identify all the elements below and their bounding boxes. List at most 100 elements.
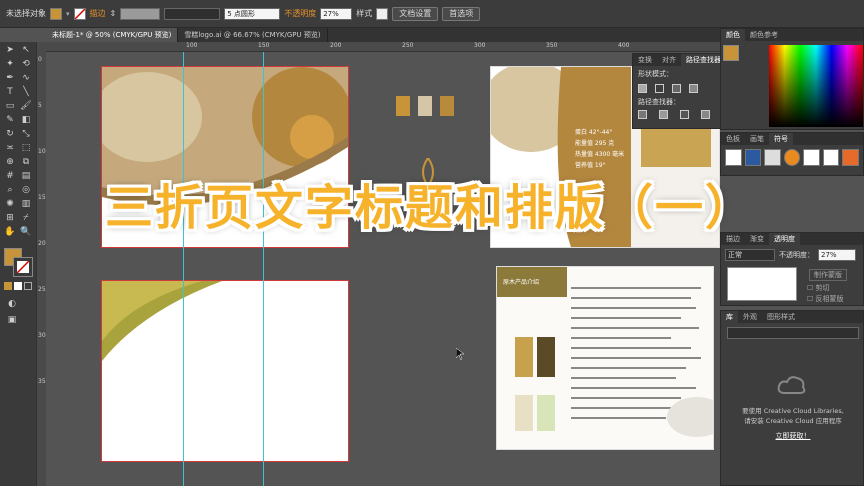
tab-libraries[interactable]: 库: [721, 311, 738, 323]
curvature-icon[interactable]: ∿: [20, 72, 32, 84]
zoom-icon[interactable]: 🔍: [20, 226, 32, 238]
gradient-icon[interactable]: ▤: [20, 170, 32, 182]
width-icon[interactable]: ≍: [4, 142, 16, 154]
color-spectrum[interactable]: [769, 45, 863, 127]
horizontal-ruler: 100 150 200 250 300 350 400: [46, 42, 720, 52]
tab-symbols[interactable]: 符号: [769, 133, 793, 145]
scale-icon[interactable]: ⤡: [20, 128, 32, 140]
tab-color-guide[interactable]: 颜色参考: [745, 29, 783, 41]
paintbrush-icon[interactable]: 🖌: [20, 100, 32, 112]
swatch-bronze[interactable]: [440, 96, 454, 116]
none-mode-icon[interactable]: [24, 282, 32, 290]
merge-icon[interactable]: [680, 110, 689, 119]
draw-mode-icon[interactable]: ◐: [6, 298, 18, 310]
tab-graphic-styles[interactable]: 图形样式: [762, 311, 800, 323]
trim-icon[interactable]: [659, 110, 668, 119]
guide-line[interactable]: [183, 52, 184, 486]
clip-checkbox[interactable]: ☐ 剪切: [807, 283, 830, 293]
fill-dropdown-icon[interactable]: ▾: [66, 10, 70, 18]
symbols-panel: 色板 画笔 符号: [720, 132, 864, 176]
artboard-back[interactable]: [101, 280, 349, 462]
tab-appearance[interactable]: 外观: [738, 311, 762, 323]
invert-mask-checkbox[interactable]: ☐ 反相蒙版: [807, 294, 844, 304]
cursor-icon: [456, 348, 464, 360]
opacity-thumbnail: [727, 267, 797, 301]
graph-icon[interactable]: ▥: [20, 198, 32, 210]
get-it-now-link[interactable]: 立即获取！: [721, 431, 864, 441]
rotate-icon[interactable]: ↻: [4, 128, 16, 140]
variable-width-field[interactable]: [164, 7, 221, 20]
artboard-product[interactable]: 原木产品介绍: [496, 266, 727, 450]
canvas-area[interactable]: 蛋白 42°-44° 能量值 295 克 热量值 4300 毫米 营养值 19°: [46, 52, 727, 486]
lasso-icon[interactable]: ⟲: [20, 58, 32, 70]
tab-swatches[interactable]: 色板: [721, 133, 745, 145]
selection-tool-icon[interactable]: ➤: [4, 44, 16, 56]
symbol-flower-icon[interactable]: [842, 149, 860, 166]
style-swatch[interactable]: [376, 7, 389, 20]
opacity-label[interactable]: 不透明度: [284, 8, 316, 19]
make-mask-button[interactable]: 制作蒙版: [809, 269, 847, 281]
symbol-grey-icon[interactable]: [764, 149, 781, 166]
tab-untitled[interactable]: 未标题-1* @ 50% (CMYK/GPU 预览): [46, 28, 179, 42]
intersect-icon[interactable]: [672, 83, 681, 93]
tab-logo[interactable]: 雪糕logo.ai @ 66.67% (CMYK/GPU 预览): [178, 28, 328, 42]
divide-icon[interactable]: [638, 110, 647, 119]
minus-front-icon[interactable]: [655, 83, 664, 93]
document-setup-button[interactable]: 文档设置: [392, 6, 439, 21]
swatch-gold[interactable]: [396, 96, 410, 116]
symbol-splatter-icon[interactable]: [725, 149, 742, 166]
perspective-icon[interactable]: ⧉: [20, 156, 32, 168]
color-fill-preview[interactable]: [723, 45, 739, 61]
crop-icon[interactable]: [701, 110, 710, 119]
eraser-icon[interactable]: ◧: [20, 114, 32, 126]
swatch-beige[interactable]: [418, 96, 432, 116]
artboard-icon[interactable]: ⊞: [4, 212, 16, 224]
direct-selection-icon[interactable]: ↖: [20, 44, 32, 56]
stroke-swatch[interactable]: [73, 7, 86, 20]
screen-mode-icon[interactable]: ▣: [6, 314, 18, 326]
library-select[interactable]: [727, 327, 859, 339]
tab-align[interactable]: 对齐: [657, 54, 681, 66]
shaper-icon[interactable]: ✎: [4, 114, 16, 126]
guide-line[interactable]: [263, 52, 264, 486]
libraries-panel: 库 外观 图形样式 要使用 Creative Cloud Libraries, …: [720, 310, 864, 486]
symbol-orange-icon[interactable]: [783, 149, 801, 166]
tab-transform[interactable]: 变换: [633, 54, 657, 66]
preferences-button[interactable]: 首选项: [442, 6, 481, 21]
opacity-field[interactable]: 27%: [320, 7, 353, 20]
eyedropper-icon[interactable]: ⌕: [4, 184, 16, 196]
tab-color[interactable]: 颜色: [721, 29, 745, 41]
slice-icon[interactable]: ⌿: [20, 212, 32, 224]
back-cover-image: [102, 281, 348, 461]
brush-definition-field[interactable]: 5 点圆形: [224, 7, 281, 20]
blend-mode-select[interactable]: 正常: [725, 249, 775, 261]
exclude-icon[interactable]: [689, 83, 698, 93]
free-transform-icon[interactable]: ⬚: [20, 142, 32, 154]
type-icon[interactable]: T: [4, 86, 16, 98]
symbol-blue-icon[interactable]: [744, 149, 762, 166]
stroke-label[interactable]: 描边: [90, 8, 106, 19]
mesh-icon[interactable]: #: [4, 170, 16, 182]
stroke-weight-field[interactable]: [120, 7, 161, 20]
blend-icon[interactable]: ◎: [20, 184, 32, 196]
rectangle-icon[interactable]: ▭: [4, 100, 16, 112]
spec-list: 蛋白 42°-44° 能量值 295 克 热量值 4300 毫米 营养值 19°: [575, 127, 624, 171]
spec-item: 能量值 295 克: [575, 140, 615, 147]
shape-builder-icon[interactable]: ⊕: [4, 156, 16, 168]
control-bar: 未选择对象 ▾ 描边 ⇕ 5 点圆形 不透明度 27% 样式 文档设置 首选项: [0, 0, 864, 28]
fill-swatch[interactable]: [50, 7, 62, 20]
unite-icon[interactable]: [638, 83, 647, 93]
symbol-ink-icon[interactable]: [803, 149, 820, 166]
magic-wand-icon[interactable]: ✦: [4, 58, 16, 70]
symbol-burst-icon[interactable]: [822, 149, 840, 166]
tab-brushes[interactable]: 画笔: [745, 133, 769, 145]
symbol-sprayer-icon[interactable]: ✺: [4, 198, 16, 210]
stroke-stepper-icon[interactable]: ⇕: [110, 9, 117, 18]
gradient-mode-icon[interactable]: [14, 282, 22, 290]
pen-icon[interactable]: ✒: [4, 72, 16, 84]
color-mode-icon[interactable]: [4, 282, 12, 290]
line-icon[interactable]: ╲: [20, 86, 32, 98]
hand-icon[interactable]: ✋: [4, 226, 16, 238]
stroke-color-box[interactable]: [13, 257, 33, 277]
opacity-field-panel[interactable]: 27%: [818, 249, 856, 261]
